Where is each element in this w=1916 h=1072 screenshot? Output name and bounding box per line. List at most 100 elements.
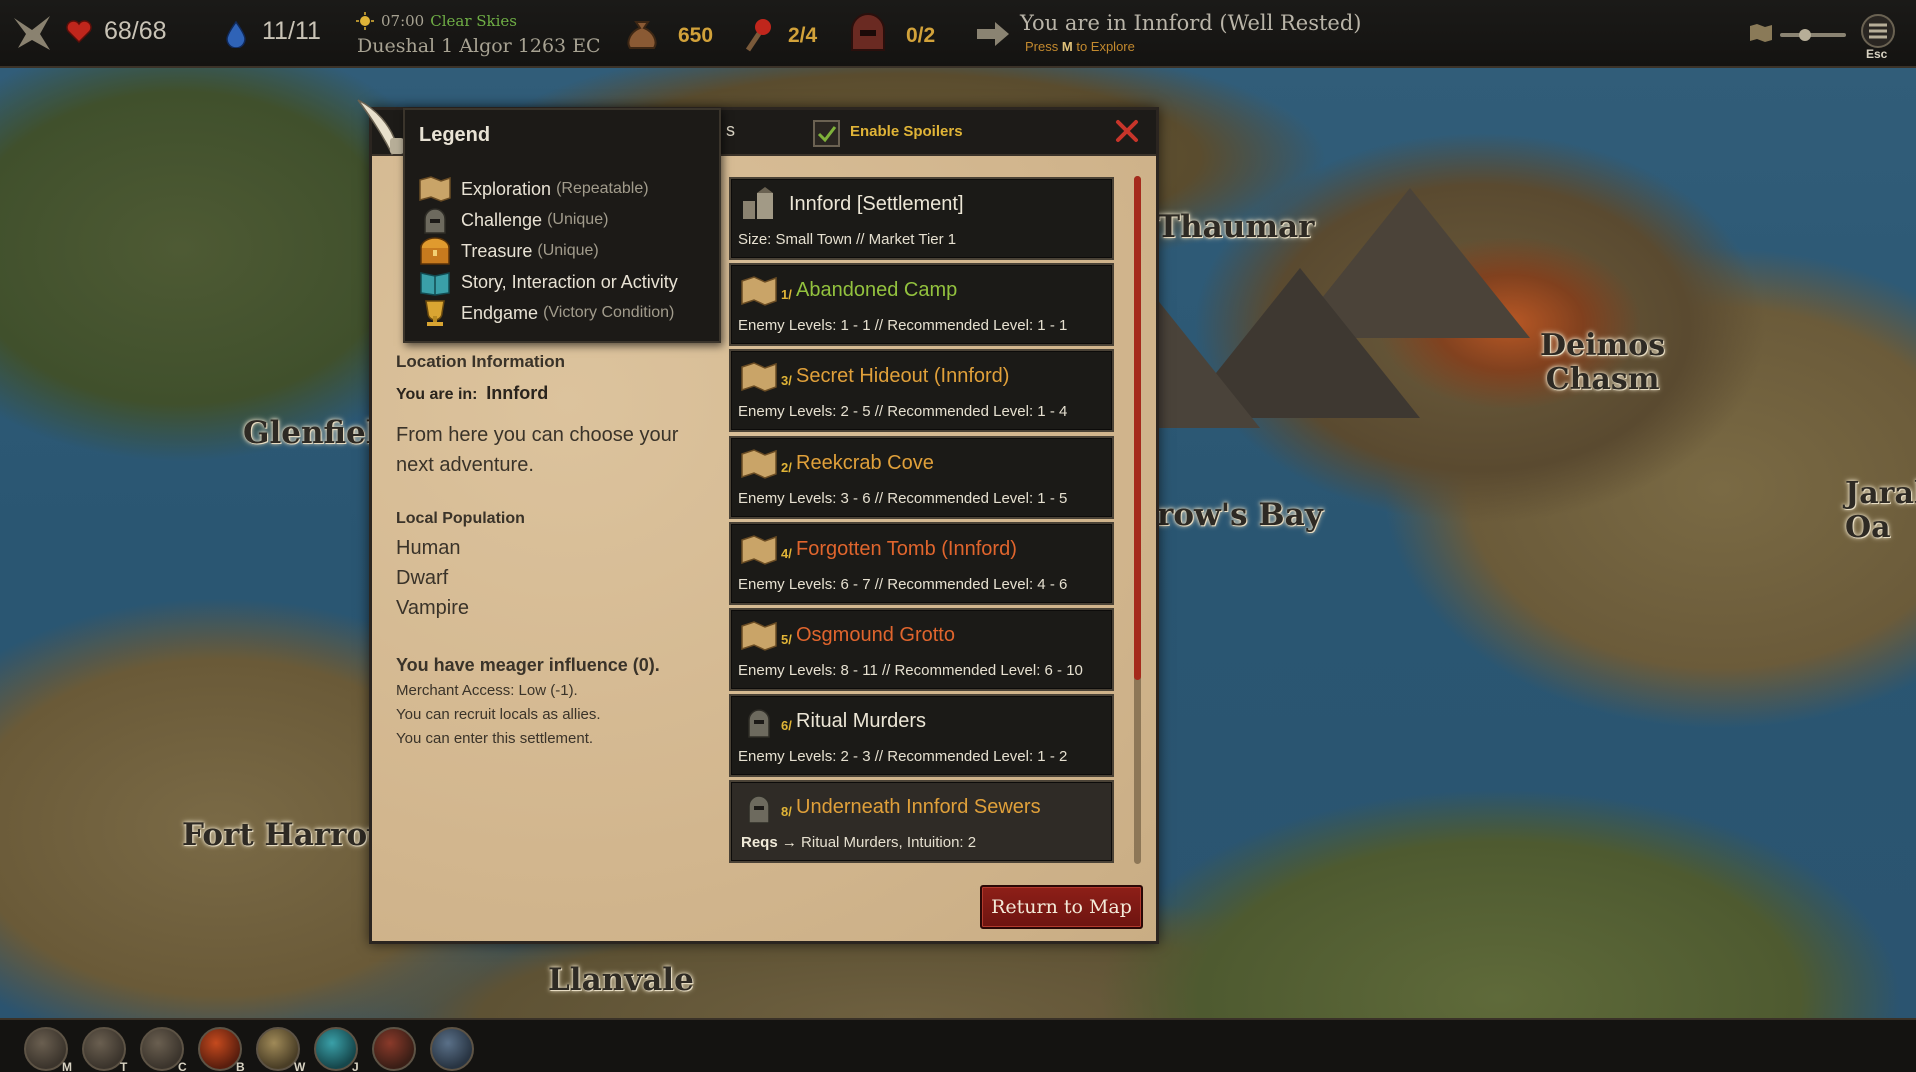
- health-value: 68/68: [104, 17, 167, 45]
- adventure-title: Forgotten Tomb (Innford): [796, 538, 1017, 560]
- mana-value: 11/11: [262, 17, 321, 45]
- adventure-card-reekcrab-cove[interactable]: 2/ Reekcrab Cove Enemy Levels: 3 - 6 // …: [729, 436, 1114, 519]
- legend-sub: (Repeatable): [556, 180, 649, 197]
- return-to-map-button[interactable]: Return to Map: [980, 885, 1143, 929]
- map-label-fort-harrow[interactable]: Fort Harrow: [182, 817, 394, 853]
- close-button[interactable]: [1112, 116, 1142, 146]
- arrow-right-icon: →: [781, 834, 797, 851]
- adventure-prefix: 5/: [781, 632, 792, 647]
- adventure-prefix: 4/: [781, 546, 792, 561]
- map-scroll-icon: [741, 449, 777, 479]
- gold-value: 650: [678, 24, 714, 47]
- map-label-bay[interactable]: row's Bay: [1157, 497, 1323, 533]
- adventure-detail: Enemy Levels: 3 - 6 // Recommended Level…: [738, 490, 1068, 507]
- hint-prefix: Press: [1025, 39, 1059, 54]
- population-list: Human Dwarf Vampire: [396, 533, 469, 623]
- hotkey-label: W: [294, 1060, 306, 1072]
- settlement-notes: Merchant Access: Low (-1). You can recru…: [396, 679, 601, 751]
- enter-note: You can enter this settlement.: [396, 730, 594, 747]
- map-scroll-icon: [741, 362, 777, 392]
- sun-icon: [356, 12, 374, 30]
- adventure-card-abandoned-camp[interactable]: 1/ Abandoned Camp Enemy Levels: 1 - 1 //…: [729, 263, 1114, 346]
- legend-sub: (Unique): [547, 211, 609, 228]
- legend-label: Endgame: [461, 302, 539, 323]
- torch-icon: [742, 14, 774, 54]
- legend-label: Treasure: [461, 240, 533, 261]
- map-label-llanvale[interactable]: Llanvale: [548, 962, 694, 998]
- scrollbar-thumb[interactable]: [1134, 176, 1141, 680]
- legend-item-endgame: Endgame (Victory Condition): [417, 298, 674, 328]
- hint-key: M: [1061, 39, 1073, 54]
- close-icon: [1116, 120, 1138, 142]
- legend-item-treasure: Treasure (Unique): [417, 236, 599, 266]
- adventure-title: Underneath Innford Sewers: [796, 796, 1041, 818]
- coin-bag-icon: [622, 14, 662, 54]
- menu-bird-icon[interactable]: [10, 12, 54, 54]
- adventure-detail: Enemy Levels: 6 - 7 // Recommended Level…: [738, 576, 1068, 593]
- location-status: You are in Innford (Well Rested): [1020, 11, 1362, 35]
- adventure-title: Abandoned Camp: [796, 279, 958, 301]
- you-are-in-value: Innford: [486, 383, 549, 403]
- party-helmet-icon: [846, 10, 890, 56]
- legend-label: Exploration: [461, 178, 552, 199]
- time-value: 07:00: [381, 12, 425, 30]
- adventure-title: Ritual Murders: [796, 710, 927, 732]
- hotkey-label: M: [62, 1060, 72, 1072]
- heart-icon: [66, 20, 92, 44]
- explore-hint: Press M to Explore: [1025, 39, 1135, 54]
- population-item: Vampire: [396, 597, 469, 619]
- helmet-icon: [748, 709, 770, 738]
- adventure-title: Secret Hideout (Innford): [796, 365, 1010, 387]
- enable-spoilers-label[interactable]: Enable Spoilers: [850, 123, 963, 140]
- adventure-card-forgotten-tomb[interactable]: 4/ Forgotten Tomb (Innford) Enemy Levels…: [729, 522, 1114, 605]
- legend-item-challenge: Challenge (Unique): [417, 205, 608, 235]
- adventure-prefix: 6/: [781, 718, 792, 733]
- map-scroll-icon: [741, 535, 777, 565]
- calendar-date: Dueshal 1 Algor 1263 EC: [357, 35, 601, 57]
- chest-icon: [420, 237, 450, 265]
- hotkey-label: J: [352, 1060, 359, 1072]
- adventure-card-underneath-sewers[interactable]: 8/ Underneath Innford Sewers Reqs → Ritu…: [729, 780, 1114, 863]
- settlement-icon: [743, 187, 773, 219]
- adventure-card-ritual-murders[interactable]: 6/ Ritual Murders Enemy Levels: 2 - 3 //…: [729, 694, 1114, 777]
- mana-drop-icon: [224, 20, 248, 48]
- adventure-card-secret-hideout[interactable]: 3/ Secret Hideout (Innford) Enemy Levels…: [729, 349, 1114, 432]
- population-title: Local Population: [396, 510, 525, 527]
- adventure-card-osgmound-grotto[interactable]: 5/ Osgmound Grotto Enemy Levels: 8 - 11 …: [729, 608, 1114, 691]
- quest-button[interactable]: [372, 1027, 416, 1071]
- population-item: Human: [396, 537, 461, 559]
- party-value: 0/2: [906, 24, 936, 47]
- top-hud: 68/68 11/11 07:00 Clear Skies Dueshal 1 …: [0, 0, 1916, 68]
- hotkey-label: C: [178, 1060, 187, 1072]
- adventure-detail: Enemy Levels: 1 - 1 // Recommended Level…: [738, 317, 1068, 334]
- adventure-prefix: 1/: [781, 287, 792, 302]
- adventure-detail: Size: Small Town // Market Tier 1: [738, 231, 957, 248]
- settings-button[interactable]: [430, 1027, 474, 1071]
- map-label-deimos-chasm[interactable]: Deimos Chasm: [1540, 329, 1665, 397]
- enable-spoilers-checkbox[interactable]: [813, 120, 840, 147]
- hotkey-label: B: [236, 1060, 245, 1072]
- map-scroll-icon: [419, 176, 451, 202]
- adventure-prefix: 8/: [781, 804, 792, 819]
- map-label-jaral[interactable]: Jaral Oa: [1845, 477, 1916, 545]
- map-label-thaumar[interactable]: Thaumar: [1157, 209, 1314, 245]
- reqs-label: Reqs: [741, 834, 778, 851]
- hint-suffix: to Explore: [1076, 39, 1135, 54]
- adventure-title: Reekcrab Cove: [796, 452, 934, 474]
- legend-sub: (Unique): [537, 242, 599, 259]
- adventure-title: Osgmound Grotto: [796, 624, 955, 646]
- map-scroll-icon: [741, 621, 777, 651]
- you-are-in-label: You are in:: [396, 386, 478, 403]
- header-tab-fragment[interactable]: s: [726, 120, 735, 141]
- adventure-reqs: Reqs → Ritual Murders, Intuition: 2: [741, 834, 976, 851]
- supplies-value: 2/4: [788, 24, 818, 47]
- adventure-detail: Enemy Levels: 8 - 11 // Recommended Leve…: [738, 662, 1083, 679]
- menu-hamburger-icon[interactable]: [1860, 14, 1896, 48]
- adventure-list-scrollbar[interactable]: [1134, 176, 1141, 864]
- bottom-toolbar: M T C B W J: [0, 1018, 1916, 1072]
- zoom-slider[interactable]: [1780, 28, 1846, 42]
- map-scroll-icon: [741, 276, 777, 306]
- recruit-note: You can recruit locals as allies.: [396, 706, 601, 723]
- influence-text: You have meager influence (0).: [396, 655, 660, 675]
- adventure-card-settlement[interactable]: Innford [Settlement] Size: Small Town //…: [729, 177, 1114, 260]
